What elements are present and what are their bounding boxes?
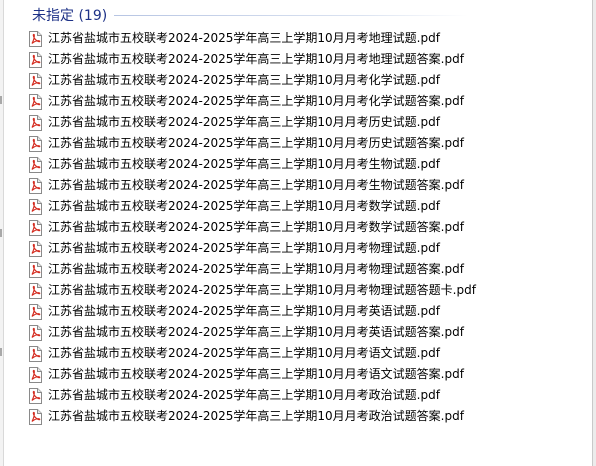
left-edge-mark (0, 229, 2, 237)
file-item[interactable]: 江苏省盐城市五校联考2024-2025学年高三上学期10月月考地理试题.pdf (28, 28, 476, 49)
file-name: 江苏省盐城市五校联考2024-2025学年高三上学期10月月考物理试题答案.pd… (48, 262, 464, 276)
left-pane-edge[interactable] (0, 0, 4, 466)
file-name: 江苏省盐城市五校联考2024-2025学年高三上学期10月月考地理试题.pdf (48, 31, 440, 45)
pdf-file-icon (28, 177, 42, 194)
file-name: 江苏省盐城市五校联考2024-2025学年高三上学期10月月考化学试题.pdf (48, 73, 440, 87)
file-item[interactable]: 江苏省盐城市五校联考2024-2025学年高三上学期10月月考物理试题答案.pd… (28, 259, 476, 280)
file-item[interactable]: 江苏省盐城市五校联考2024-2025学年高三上学期10月月考数学试题答案.pd… (28, 217, 476, 238)
file-item[interactable]: 江苏省盐城市五校联考2024-2025学年高三上学期10月月考语文试题.pdf (28, 343, 476, 364)
file-name: 江苏省盐城市五校联考2024-2025学年高三上学期10月月考数学试题答案.pd… (48, 220, 464, 234)
file-item[interactable]: 江苏省盐城市五校联考2024-2025学年高三上学期10月月考生物试题.pdf (28, 154, 476, 175)
group-divider (114, 15, 468, 16)
file-item[interactable]: 江苏省盐城市五校联考2024-2025学年高三上学期10月月考政治试题答案.pd… (28, 406, 476, 427)
file-item[interactable]: 江苏省盐城市五校联考2024-2025学年高三上学期10月月考英语试题答案.pd… (28, 322, 476, 343)
pdf-file-icon (28, 51, 42, 68)
file-name: 江苏省盐城市五校联考2024-2025学年高三上学期10月月考政治试题答案.pd… (48, 409, 464, 423)
file-item[interactable]: 江苏省盐城市五校联考2024-2025学年高三上学期10月月考物理试题答题卡.p… (28, 280, 476, 301)
file-name: 江苏省盐城市五校联考2024-2025学年高三上学期10月月考英语试题答案.pd… (48, 325, 464, 339)
file-list: 江苏省盐城市五校联考2024-2025学年高三上学期10月月考地理试题.pdf 江… (28, 28, 476, 427)
file-item[interactable]: 江苏省盐城市五校联考2024-2025学年高三上学期10月月考历史试题答案.pd… (28, 133, 476, 154)
pdf-file-icon (28, 240, 42, 257)
file-name: 江苏省盐城市五校联考2024-2025学年高三上学期10月月考物理试题.pdf (48, 241, 440, 255)
file-name: 江苏省盐城市五校联考2024-2025学年高三上学期10月月考历史试题答案.pd… (48, 136, 464, 150)
file-name: 江苏省盐城市五校联考2024-2025学年高三上学期10月月考语文试题.pdf (48, 346, 440, 360)
file-name: 江苏省盐城市五校联考2024-2025学年高三上学期10月月考历史试题.pdf (48, 115, 440, 129)
pdf-file-icon (28, 156, 42, 173)
pdf-file-icon (28, 324, 42, 341)
pdf-file-icon (28, 387, 42, 404)
pdf-file-icon (28, 219, 42, 236)
file-item[interactable]: 江苏省盐城市五校联考2024-2025学年高三上学期10月月考英语试题.pdf (28, 301, 476, 322)
pdf-file-icon (28, 366, 42, 383)
file-item[interactable]: 江苏省盐城市五校联考2024-2025学年高三上学期10月月考地理试题答案.pd… (28, 49, 476, 70)
pdf-file-icon (28, 72, 42, 89)
left-edge-mark (0, 348, 2, 356)
file-name: 江苏省盐城市五校联考2024-2025学年高三上学期10月月考物理试题答题卡.p… (48, 283, 476, 297)
pdf-file-icon (28, 261, 42, 278)
pdf-file-icon (28, 282, 42, 299)
pdf-file-icon (28, 198, 42, 215)
group-header-unspecified[interactable]: 未指定 (19) (32, 4, 107, 26)
file-item[interactable]: 江苏省盐城市五校联考2024-2025学年高三上学期10月月考政治试题.pdf (28, 385, 476, 406)
group-title: 未指定 (19) (32, 8, 108, 24)
file-item[interactable]: 江苏省盐城市五校联考2024-2025学年高三上学期10月月考数学试题.pdf (28, 196, 476, 217)
right-scrollbar-edge[interactable] (592, 0, 596, 466)
file-item[interactable]: 江苏省盐城市五校联考2024-2025学年高三上学期10月月考化学试题答案.pd… (28, 91, 476, 112)
left-edge-mark (0, 96, 2, 104)
pdf-file-icon (28, 303, 42, 320)
file-item[interactable]: 江苏省盐城市五校联考2024-2025学年高三上学期10月月考化学试题.pdf (28, 70, 476, 91)
file-item[interactable]: 江苏省盐城市五校联考2024-2025学年高三上学期10月月考物理试题.pdf (28, 238, 476, 259)
file-name: 江苏省盐城市五校联考2024-2025学年高三上学期10月月考生物试题.pdf (48, 157, 440, 171)
file-item[interactable]: 江苏省盐城市五校联考2024-2025学年高三上学期10月月考语文试题答案.pd… (28, 364, 476, 385)
file-name: 江苏省盐城市五校联考2024-2025学年高三上学期10月月考数学试题.pdf (48, 199, 440, 213)
pdf-file-icon (28, 408, 42, 425)
pdf-file-icon (28, 135, 42, 152)
file-item[interactable]: 江苏省盐城市五校联考2024-2025学年高三上学期10月月考历史试题.pdf (28, 112, 476, 133)
file-item[interactable]: 江苏省盐城市五校联考2024-2025学年高三上学期10月月考生物试题答案.pd… (28, 175, 476, 196)
pdf-file-icon (28, 93, 42, 110)
file-name: 江苏省盐城市五校联考2024-2025学年高三上学期10月月考地理试题答案.pd… (48, 52, 464, 66)
pdf-file-icon (28, 345, 42, 362)
file-name: 江苏省盐城市五校联考2024-2025学年高三上学期10月月考生物试题答案.pd… (48, 178, 464, 192)
file-name: 江苏省盐城市五校联考2024-2025学年高三上学期10月月考化学试题答案.pd… (48, 94, 464, 108)
file-name: 江苏省盐城市五校联考2024-2025学年高三上学期10月月考政治试题.pdf (48, 388, 440, 402)
pdf-file-icon (28, 114, 42, 131)
file-name: 江苏省盐城市五校联考2024-2025学年高三上学期10月月考语文试题答案.pd… (48, 367, 464, 381)
file-name: 江苏省盐城市五校联考2024-2025学年高三上学期10月月考英语试题.pdf (48, 304, 440, 318)
pdf-file-icon (28, 30, 42, 47)
